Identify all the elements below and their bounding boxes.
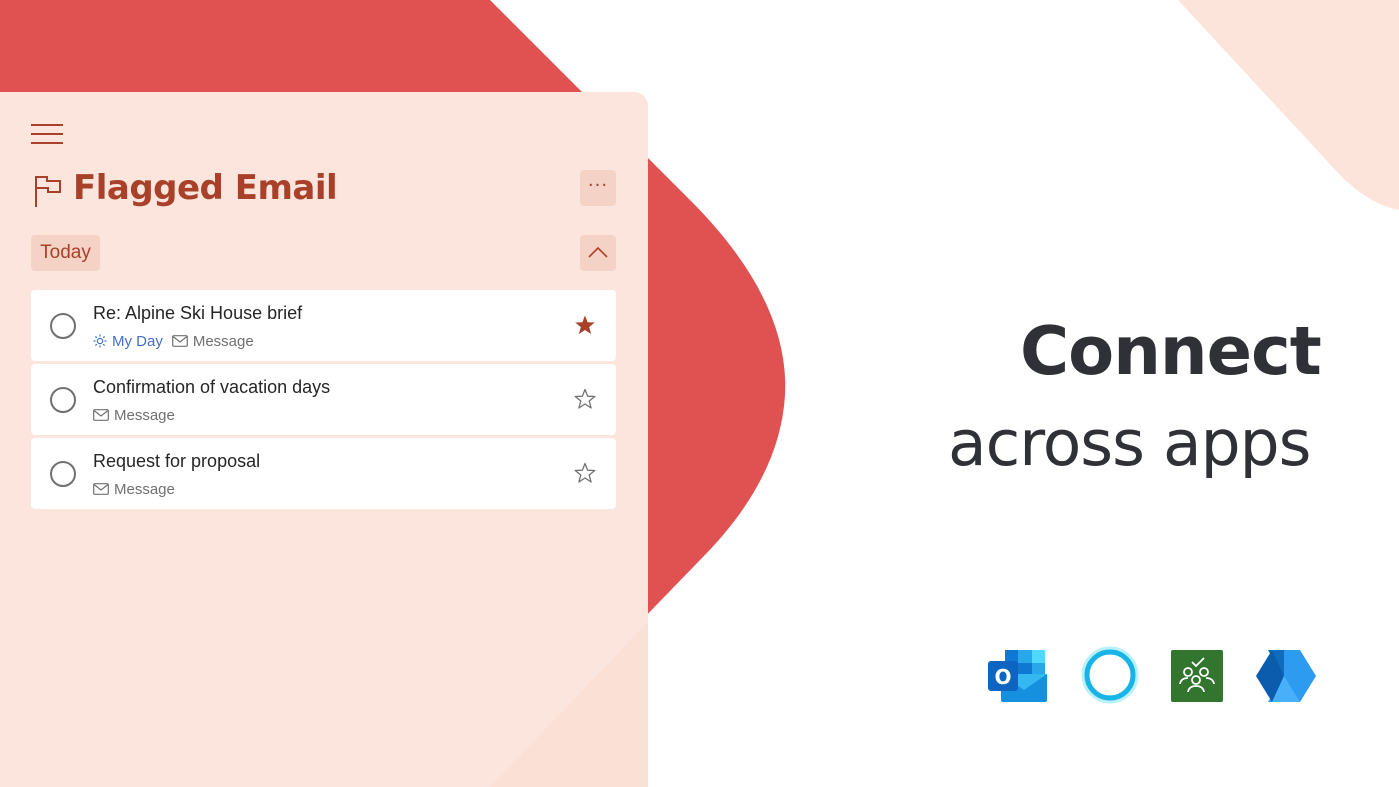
task-item[interactable]: Request for proposal Message bbox=[31, 438, 616, 509]
peach-corner-shape bbox=[1178, 0, 1399, 210]
message-tag: Message bbox=[93, 481, 175, 498]
task-meta: Message bbox=[93, 479, 175, 499]
power-automate-icon bbox=[1256, 650, 1316, 702]
mail-icon bbox=[171, 335, 188, 347]
task-item[interactable]: Re: Alpine Ski House brief My Day Messag… bbox=[31, 290, 616, 361]
page-title: Flagged Email bbox=[73, 168, 338, 208]
chevron-up-icon bbox=[588, 246, 608, 258]
my-day-label: My Day bbox=[112, 332, 163, 350]
message-label: Message bbox=[114, 406, 175, 424]
group-today-label[interactable]: Today bbox=[31, 235, 100, 271]
more-options-button[interactable]: ··· bbox=[580, 170, 616, 206]
mail-icon bbox=[93, 409, 109, 421]
star-outline-icon[interactable] bbox=[574, 462, 596, 484]
complete-task-checkbox[interactable] bbox=[50, 387, 76, 413]
message-label: Message bbox=[114, 480, 175, 498]
task-item[interactable]: Confirmation of vacation days Message bbox=[31, 364, 616, 435]
task-title: Re: Alpine Ski House brief bbox=[93, 303, 303, 323]
star-filled-icon[interactable] bbox=[574, 314, 596, 336]
sun-icon bbox=[93, 334, 107, 348]
star-outline-icon[interactable] bbox=[574, 388, 596, 410]
message-label: Message bbox=[192, 332, 254, 350]
message-tag: Message bbox=[93, 407, 175, 424]
headline-across-apps: across apps bbox=[948, 407, 1311, 480]
complete-task-checkbox[interactable] bbox=[50, 461, 76, 487]
collapse-group-button[interactable] bbox=[580, 235, 616, 271]
complete-task-checkbox[interactable] bbox=[50, 313, 76, 339]
my-day-tag: My Day bbox=[93, 333, 163, 350]
outlook-icon: O bbox=[988, 650, 1047, 702]
cortana-icon bbox=[1081, 646, 1139, 704]
planner-icon bbox=[1171, 650, 1223, 702]
flag-icon bbox=[35, 176, 61, 207]
message-tag: Message bbox=[171, 332, 254, 350]
task-meta: My Day Message bbox=[93, 331, 254, 351]
task-meta: Message bbox=[93, 405, 175, 425]
headline-connect: Connect bbox=[1020, 312, 1322, 390]
outlook-letter: O bbox=[994, 665, 1011, 689]
mail-icon bbox=[93, 483, 109, 495]
menu-hamburger-icon[interactable] bbox=[31, 124, 63, 146]
task-title: Confirmation of vacation days bbox=[93, 377, 331, 397]
task-title: Request for proposal bbox=[93, 451, 261, 471]
